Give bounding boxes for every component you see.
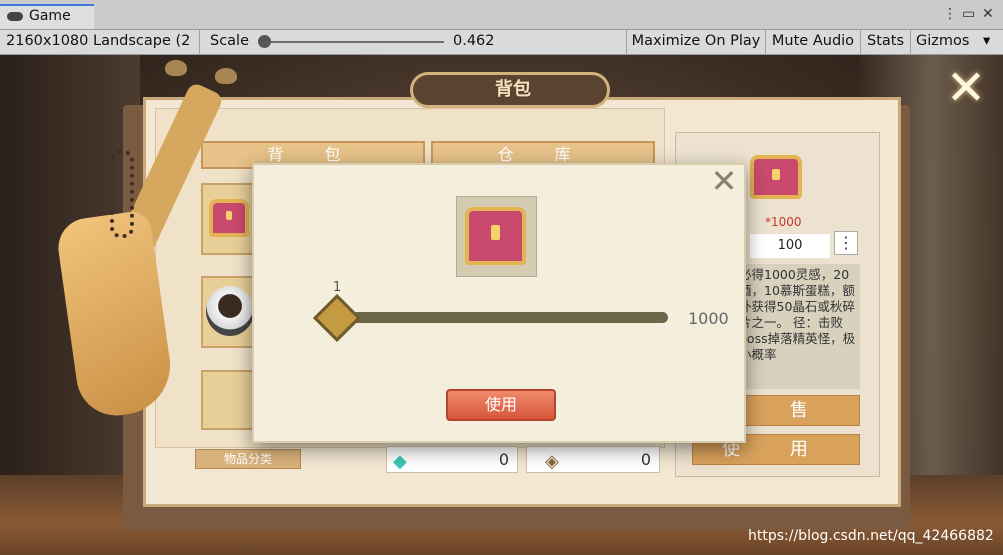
maximize-on-play-toggle[interactable]: Maximize On Play [627,30,766,54]
bird-ornament-icon [165,60,187,76]
dropdown-arrow-icon[interactable]: ▾ [983,30,1001,54]
treasure-chest-icon [209,199,249,237]
resolution-dropdown[interactable]: 2160x1080 Landscape (2 [0,30,200,54]
watermark-text: https://blog.csdn.net/qq_42466882 [748,528,994,544]
item-slot-empty[interactable] [201,370,257,430]
chain-ornament [110,150,134,238]
diamond-icon: ◆ [393,451,407,472]
tab-game-label: Game [29,8,71,24]
crystal-currency: ◈ 0 [526,446,660,473]
editor-tab-bar: Game ⋮ ▭ ✕ [0,0,1003,30]
item-description: 必得1000灵感，20酒，10慕斯蛋糕，额外获得50晶石或秋碎片之一。 径：击败… [735,264,860,389]
diamond-currency: ◆ 0 [386,446,518,473]
gizmos-toggle[interactable]: Gizmos [911,30,983,54]
item-slot-coffee[interactable] [201,276,257,348]
scale-slider-knob[interactable] [258,35,271,48]
reward-count: *1000 [765,215,802,229]
quantity-value: 100 [750,234,830,258]
quantity-slider-track[interactable] [338,312,668,323]
item-slot-chest[interactable] [201,183,257,255]
tab-game[interactable]: Game [0,4,94,29]
modal-use-button[interactable]: 使用 [446,389,556,421]
bird-ornament-icon [215,68,237,84]
category-button[interactable]: 物品分类 [195,449,301,469]
treasure-chest-icon [750,155,802,199]
slider-min-label: 1 [333,280,342,295]
stats-toggle[interactable]: Stats [861,30,911,54]
modal-item-icon [456,196,537,277]
close-icon[interactable]: ✕ [982,6,994,22]
slider-max-label: 1000 [688,309,729,328]
treasure-chest-icon [465,207,526,265]
kebab-menu-icon[interactable]: ⋮ [943,6,957,22]
close-icon[interactable]: ✕ [940,62,992,114]
scale-value: 0.462 [450,30,627,54]
modal-close-icon[interactable]: ✕ [708,165,740,197]
window-title-plaque: 背包 [410,72,610,108]
resolution-label: 2160x1080 Landscape (2 [6,33,191,49]
game-view-toolbar: 2160x1080 Landscape (2 Scale 0.462 Maxim… [0,30,1003,55]
coffee-cup-icon [206,286,254,336]
maximize-icon[interactable]: ▭ [962,6,975,22]
diamond-value: 0 [498,450,509,469]
crystal-icon: ◈ [545,451,559,472]
gamepad-icon [7,12,23,21]
scale-label: Scale [210,33,250,49]
page-title: 背包 [495,79,531,100]
more-options-button[interactable]: ⋮ [834,231,858,255]
scale-slider-track[interactable] [266,41,444,43]
crystal-value: 0 [640,450,651,469]
mute-audio-toggle[interactable]: Mute Audio [766,30,861,54]
